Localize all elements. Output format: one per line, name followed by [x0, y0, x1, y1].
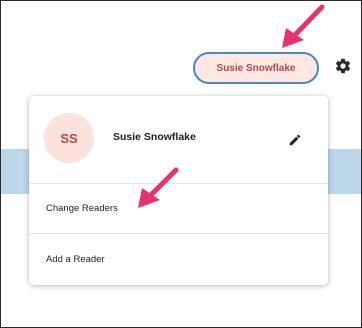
change-readers-item[interactable]: Change Readers — [29, 184, 328, 234]
profile-name: Susie Snowflake — [113, 131, 196, 143]
change-readers-label: Change Readers — [46, 203, 118, 214]
pencil-icon[interactable] — [288, 133, 302, 147]
reader-menu: SS Susie Snowflake Change Readers Add a … — [29, 96, 328, 285]
current-reader-label: Susie Snowflake — [216, 62, 296, 74]
profile-row: SS Susie Snowflake — [29, 96, 328, 184]
add-reader-item[interactable]: Add a Reader — [29, 234, 328, 284]
current-reader-button[interactable]: Susie Snowflake — [193, 52, 319, 84]
avatar: SS — [44, 113, 94, 163]
avatar-initials: SS — [60, 130, 78, 146]
add-reader-label: Add a Reader — [46, 253, 105, 265]
gear-icon[interactable] — [334, 57, 352, 75]
